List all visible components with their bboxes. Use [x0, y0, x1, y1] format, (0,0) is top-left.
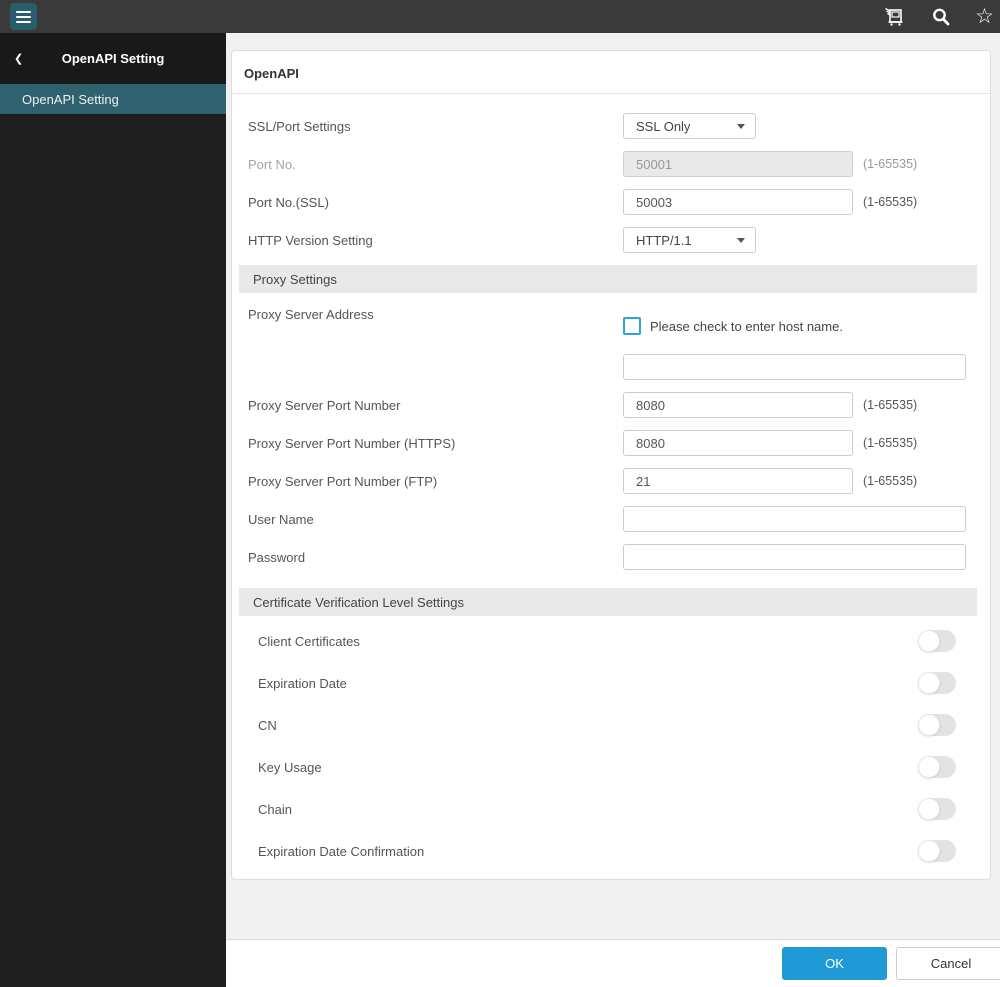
port-no-input: [623, 151, 853, 177]
chain-label: Chain: [258, 801, 292, 817]
ssl-port-settings-value: SSL Only: [636, 118, 691, 134]
cn-row: CN: [232, 712, 990, 738]
chevron-left-icon[interactable]: ❮: [14, 52, 23, 65]
port-no-row: Port No. (1-65535): [232, 151, 990, 177]
panel-title: OpenAPI: [232, 51, 990, 94]
expiration-date-confirmation-label: Expiration Date Confirmation: [258, 843, 425, 859]
hostname-checkbox[interactable]: [623, 317, 641, 335]
printer-icon[interactable]: [883, 5, 907, 29]
proxy-settings-section-header: Proxy Settings: [239, 265, 977, 293]
expiration-date-confirmation-row: Expiration Date Confirmation: [232, 838, 990, 864]
proxy-port-ftp-label: Proxy Server Port Number (FTP): [248, 473, 438, 489]
search-icon[interactable]: [931, 7, 951, 27]
key-usage-toggle[interactable]: [918, 756, 956, 778]
key-usage-label: Key Usage: [258, 759, 322, 775]
expiration-date-toggle[interactable]: [918, 672, 956, 694]
password-input[interactable]: [623, 544, 966, 570]
port-no-ssl-hint: (1-65535): [863, 195, 918, 209]
proxy-port-ftp-row: Proxy Server Port Number (FTP) (1-65535): [232, 468, 990, 494]
port-no-ssl-label: Port No.(SSL): [248, 194, 329, 210]
hamburger-menu-button[interactable]: [10, 3, 37, 30]
key-usage-row: Key Usage: [232, 754, 990, 780]
hostname-checkbox-label: Please check to enter host name.: [650, 318, 843, 334]
proxy-port-input[interactable]: [623, 392, 853, 418]
client-certificates-row: Client Certificates: [232, 628, 990, 654]
chain-toggle[interactable]: [918, 798, 956, 820]
hamburger-icon: [16, 10, 31, 13]
topbar: ☆: [0, 0, 1000, 33]
sidebar-item-openapi-setting[interactable]: OpenAPI Setting: [0, 84, 226, 114]
cn-label: CN: [258, 717, 277, 733]
ssl-port-settings-row: SSL/Port Settings SSL Only: [232, 113, 990, 139]
ssl-port-settings-label: SSL/Port Settings: [248, 118, 351, 134]
toggle-knob: [918, 798, 940, 820]
port-no-hint: (1-65535): [863, 157, 918, 171]
expiration-date-confirmation-toggle[interactable]: [918, 840, 956, 862]
password-label: Password: [248, 549, 306, 565]
sidebar: ❮ OpenAPI Setting OpenAPI Setting: [0, 33, 226, 987]
port-no-ssl-input[interactable]: [623, 189, 853, 215]
expiration-date-label: Expiration Date: [258, 675, 347, 691]
expiration-date-row: Expiration Date: [232, 670, 990, 696]
proxy-port-hint: (1-65535): [863, 398, 918, 412]
user-name-label: User Name: [248, 511, 314, 527]
caret-down-icon: [737, 237, 745, 243]
proxy-port-https-hint: (1-65535): [863, 436, 918, 450]
proxy-port-row: Proxy Server Port Number (1-65535): [232, 392, 990, 418]
proxy-server-address-input[interactable]: [623, 354, 966, 380]
http-version-row: HTTP Version Setting HTTP/1.1: [232, 227, 990, 253]
proxy-port-ftp-hint: (1-65535): [863, 474, 918, 488]
proxy-server-address-label: Proxy Server Address: [248, 307, 374, 322]
toggle-knob: [918, 630, 940, 652]
client-certificates-toggle[interactable]: [918, 630, 956, 652]
proxy-port-https-input[interactable]: [623, 430, 853, 456]
http-version-label: HTTP Version Setting: [248, 232, 373, 248]
password-row: Password: [232, 544, 990, 570]
port-no-label: Port No.: [248, 156, 296, 172]
toggle-knob: [918, 840, 940, 862]
caret-down-icon: [737, 123, 745, 129]
port-no-ssl-row: Port No.(SSL) (1-65535): [232, 189, 990, 215]
certificate-verification-section-header: Certificate Verification Level Settings: [239, 588, 977, 616]
user-name-row: User Name: [232, 506, 990, 532]
cn-toggle[interactable]: [918, 714, 956, 736]
proxy-port-ftp-input[interactable]: [623, 468, 853, 494]
star-icon[interactable]: ☆: [975, 6, 994, 27]
proxy-port-https-label: Proxy Server Port Number (HTTPS): [248, 435, 456, 451]
toggle-knob: [918, 672, 940, 694]
sidebar-title: OpenAPI Setting: [61, 51, 165, 66]
toggle-knob: [918, 714, 940, 736]
proxy-port-https-row: Proxy Server Port Number (HTTPS) (1-6553…: [232, 430, 990, 456]
client-certificates-label: Client Certificates: [258, 633, 360, 649]
toggle-knob: [918, 756, 940, 778]
proxy-port-label: Proxy Server Port Number: [248, 397, 401, 413]
ok-button[interactable]: OK: [782, 947, 887, 980]
footer-action-bar: OK Cancel: [226, 939, 1000, 987]
chain-row: Chain: [232, 796, 990, 822]
sidebar-header: ❮ OpenAPI Setting: [0, 33, 226, 84]
http-version-value: HTTP/1.1: [636, 232, 692, 248]
openapi-panel: OpenAPI SSL/Port Settings SSL Only Port …: [231, 50, 991, 880]
http-version-select[interactable]: HTTP/1.1: [623, 227, 756, 253]
cancel-button[interactable]: Cancel: [896, 947, 1000, 980]
user-name-input[interactable]: [623, 506, 966, 532]
main-content: OpenAPI SSL/Port Settings SSL Only Port …: [226, 33, 1000, 987]
ssl-port-settings-select[interactable]: SSL Only: [623, 113, 756, 139]
proxy-server-address-row: Proxy Server Address Please check to ent…: [232, 305, 990, 380]
